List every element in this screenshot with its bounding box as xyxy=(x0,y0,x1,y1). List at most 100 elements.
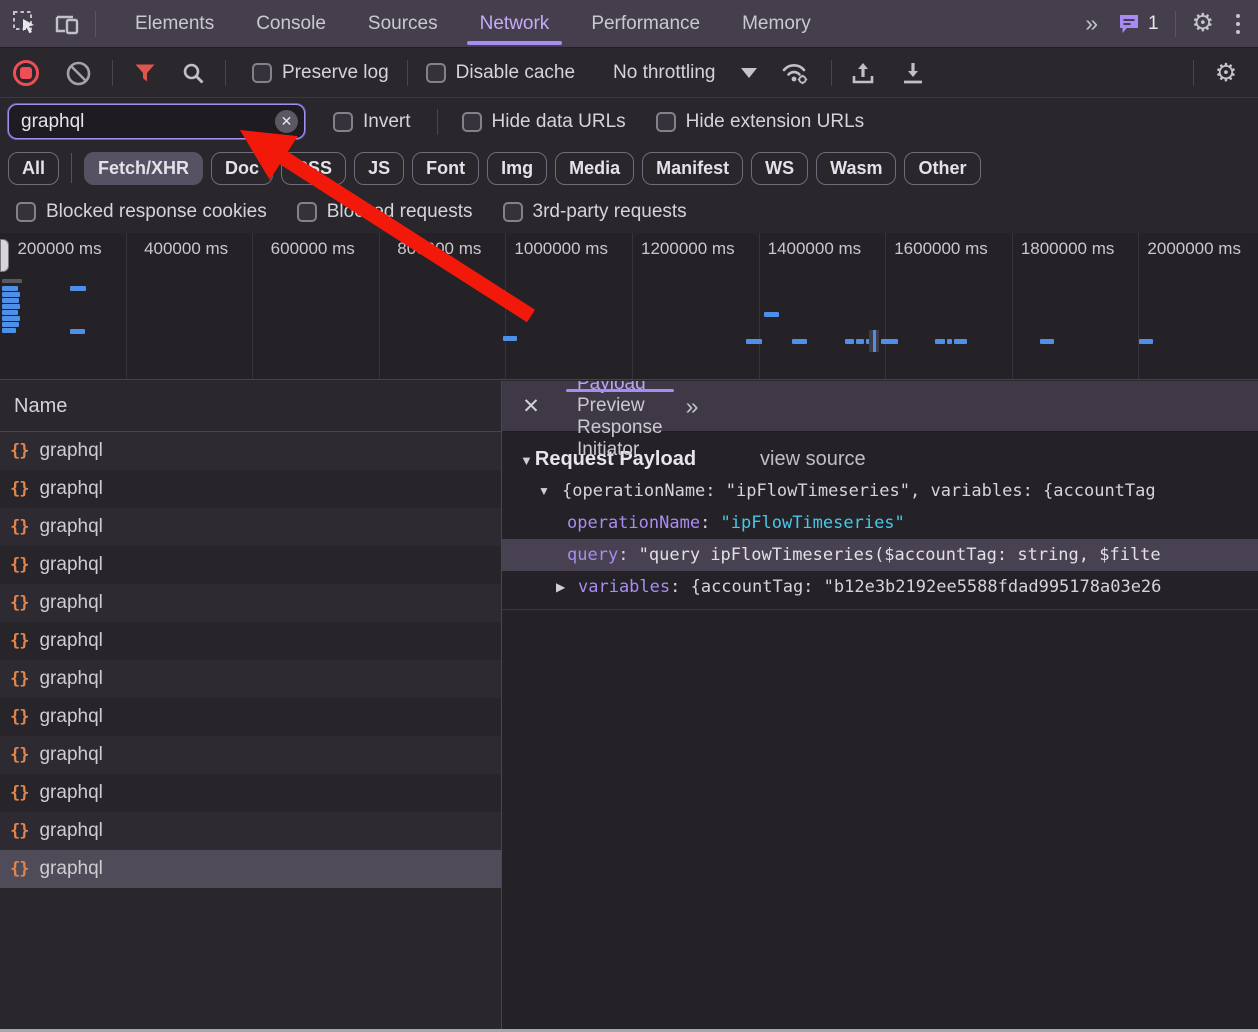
request-row[interactable]: {}graphql xyxy=(0,812,501,850)
throttling-dropdown[interactable]: No throttling xyxy=(593,62,767,84)
payload-line[interactable]: operationName: "ipFlowTimeseries" xyxy=(502,507,1258,539)
close-detail-icon[interactable]: ✕ xyxy=(502,394,560,419)
timeline-request-bar xyxy=(2,328,16,333)
tab-elements[interactable]: Elements xyxy=(114,0,235,47)
timeline-selected-marker xyxy=(869,330,879,352)
network-overview-timeline[interactable]: 200000 ms400000 ms600000 ms800000 ms1000… xyxy=(0,233,1258,380)
timeline-scroll-handle[interactable] xyxy=(0,239,9,272)
checkbox[interactable] xyxy=(252,63,272,83)
chip-ws[interactable]: WS xyxy=(751,152,808,185)
request-type-filters: All Fetch/XHRDocCSSJSFontImgMediaManifest… xyxy=(0,146,1258,190)
panel-tabs: ElementsConsoleSourcesNetworkPerformance… xyxy=(114,0,832,47)
payload-line[interactable]: query: "query ipFlowTimeseries($accountT… xyxy=(502,539,1258,571)
payload-line[interactable]: ▼{operationName: "ipFlowTimeseries", var… xyxy=(502,475,1258,507)
disable-cache-checkbox[interactable]: Disable cache xyxy=(408,62,593,84)
request-list: {}graphql{}graphql{}graphql{}graphql{}gr… xyxy=(0,432,501,888)
tab-network[interactable]: Network xyxy=(459,0,571,47)
export-har-icon[interactable] xyxy=(888,60,938,86)
chip-fetchxhr[interactable]: Fetch/XHR xyxy=(84,152,203,185)
clear-filter-icon[interactable]: ✕ xyxy=(275,110,298,133)
filter-icon[interactable] xyxy=(121,61,169,85)
chip-media[interactable]: Media xyxy=(555,152,634,185)
request-row[interactable]: {}graphql xyxy=(0,622,501,660)
request-name: graphql xyxy=(39,630,102,652)
request-row[interactable]: {}graphql xyxy=(0,736,501,774)
search-icon[interactable] xyxy=(169,61,217,86)
request-detail-panel: ✕ HeadersPayloadPreviewResponseInitiator… xyxy=(502,381,1258,1032)
view-source-link[interactable]: view source xyxy=(760,448,866,471)
detail-tab-initiator[interactable]: Initiator xyxy=(560,439,680,461)
record-network-log-button[interactable] xyxy=(0,60,52,86)
invert-checkbox[interactable]: Invert xyxy=(305,111,429,133)
timeline-tick-label: 1800000 ms xyxy=(1021,233,1139,379)
chip-other[interactable]: Other xyxy=(904,152,980,185)
checkbox-blocked-requests[interactable]: Blocked requests xyxy=(297,201,503,223)
checkbox[interactable] xyxy=(297,202,317,222)
request-row[interactable]: {}graphql xyxy=(0,432,501,470)
detail-tab-payload[interactable]: Payload xyxy=(560,381,680,395)
name-column-header[interactable]: Name xyxy=(0,381,501,432)
more-filters-row: Blocked response cookiesBlocked requests… xyxy=(0,190,1258,233)
request-row[interactable]: {}graphql xyxy=(0,698,501,736)
timeline-tick-label: 1400000 ms xyxy=(768,233,886,379)
detail-tab-response[interactable]: Response xyxy=(560,417,680,439)
payload-key: query xyxy=(567,545,618,565)
network-conditions-icon[interactable] xyxy=(767,60,825,86)
checkbox[interactable] xyxy=(426,63,446,83)
timeline-request-bar xyxy=(70,286,86,291)
json-braces-icon: {} xyxy=(10,517,28,537)
tab-performance[interactable]: Performance xyxy=(570,0,721,47)
timeline-column: 600000 ms xyxy=(253,233,380,379)
tab-console[interactable]: Console xyxy=(235,0,347,47)
request-row[interactable]: {}graphql xyxy=(0,660,501,698)
request-row[interactable]: {}graphql xyxy=(0,850,501,888)
tree-expander-icon[interactable]: ▼ xyxy=(538,484,550,498)
checkbox-blocked-response-cookies[interactable]: Blocked response cookies xyxy=(16,201,297,223)
import-har-icon[interactable] xyxy=(838,60,888,86)
chip-css[interactable]: CSS xyxy=(281,152,346,185)
payload-line-text: operationName: "ipFlowTimeseries" xyxy=(502,513,905,533)
checkbox[interactable] xyxy=(503,202,523,222)
chip-manifest[interactable]: Manifest xyxy=(642,152,743,185)
timeline-request-bar xyxy=(2,304,20,309)
request-row[interactable]: {}graphql xyxy=(0,774,501,812)
preserve-log-checkbox[interactable]: Preserve log xyxy=(234,62,407,84)
chip-font[interactable]: Font xyxy=(412,152,479,185)
timeline-column: 400000 ms xyxy=(127,233,254,379)
request-row[interactable]: {}graphql xyxy=(0,584,501,622)
filter-input[interactable] xyxy=(21,111,251,133)
hide-extension-urls-checkbox[interactable]: Hide extension URLs xyxy=(644,111,882,133)
payload-line[interactable]: ▶variables: {accountTag: "b12e3b2192ee55… xyxy=(502,571,1258,603)
collapse-payload-icon[interactable]: ▼ xyxy=(520,453,533,468)
chip-img[interactable]: Img xyxy=(487,152,547,185)
settings-gear-icon[interactable]: ⚙ xyxy=(1192,11,1214,36)
more-tabs-icon[interactable]: » xyxy=(1085,10,1101,37)
chip-js[interactable]: JS xyxy=(354,152,404,185)
request-row[interactable]: {}graphql xyxy=(0,470,501,508)
device-toolbar-icon[interactable] xyxy=(53,11,81,37)
kebab-menu-icon[interactable] xyxy=(1230,14,1246,34)
checkbox[interactable] xyxy=(16,202,36,222)
chip-wasm[interactable]: Wasm xyxy=(816,152,896,185)
tree-expander-icon[interactable]: ▶ xyxy=(556,580,565,594)
request-name: graphql xyxy=(39,782,102,804)
chip-all[interactable]: All xyxy=(8,152,59,185)
hide-data-urls-checkbox[interactable]: Hide data URLs xyxy=(438,111,644,133)
chip-doc[interactable]: Doc xyxy=(211,152,273,185)
timeline-tick-label: 800000 ms xyxy=(397,233,505,379)
detail-tab-preview[interactable]: Preview xyxy=(560,395,680,417)
request-row[interactable]: {}graphql xyxy=(0,508,501,546)
request-name: graphql xyxy=(39,592,102,614)
inspect-element-icon[interactable] xyxy=(12,10,39,37)
more-detail-tabs-icon[interactable]: » xyxy=(686,393,702,420)
payload-text: "query ipFlowTimeseries($accountTag: str… xyxy=(639,545,1161,565)
tab-sources[interactable]: Sources xyxy=(347,0,459,47)
clear-network-log-button[interactable] xyxy=(52,60,104,87)
requests-panel: Name {}graphql{}graphql{}graphql{}graphq… xyxy=(0,381,502,1032)
request-row[interactable]: {}graphql xyxy=(0,546,501,584)
tab-memory[interactable]: Memory xyxy=(721,0,832,47)
network-settings-gear-icon[interactable]: ⚙ xyxy=(1194,61,1258,86)
issues-badge[interactable]: 1 xyxy=(1117,13,1159,35)
checkbox-3rd-party-requests[interactable]: 3rd-party requests xyxy=(503,201,717,223)
payload-key: variables xyxy=(578,577,670,597)
